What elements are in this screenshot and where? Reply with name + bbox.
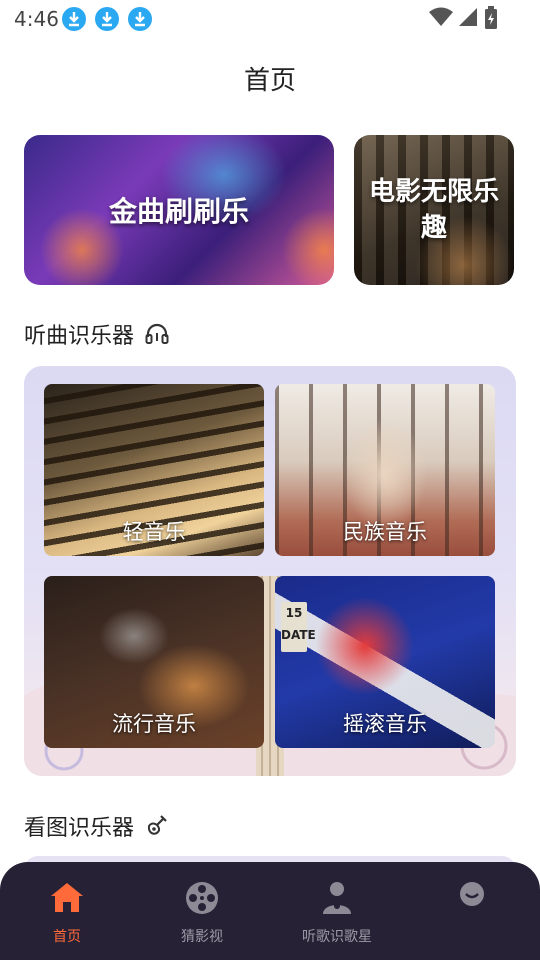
- nav-label: 听歌识歌星: [302, 929, 372, 945]
- card-label: 摇滚音乐: [343, 712, 427, 736]
- card-folk-music[interactable]: 民族音乐: [275, 384, 495, 556]
- film-reel-icon: [186, 882, 218, 914]
- bottom-nav: 首页 猜影视 听歌识歌星: [0, 862, 540, 960]
- battery-icon: [485, 6, 497, 29]
- instrument-category-panel: 轻音乐 民族音乐 流行音乐 15 DATE 摇滚音乐: [24, 366, 516, 776]
- nav-guess-film[interactable]: 猜影视: [142, 878, 262, 946]
- download-notification-icon: [62, 7, 86, 31]
- headphone-icon: [145, 323, 169, 344]
- signal-icon: [459, 8, 477, 26]
- section-header-listen: 听曲识乐器: [24, 318, 170, 350]
- status-time: 4:46: [14, 7, 59, 31]
- card-pop-music[interactable]: 流行音乐: [44, 576, 264, 748]
- nav-label: 猜影视: [181, 929, 223, 945]
- home-icon: [51, 883, 83, 912]
- nav-label: 首页: [53, 929, 81, 945]
- card-label: 流行音乐: [112, 712, 196, 736]
- golden-songs-banner[interactable]: 金曲刷刷乐: [24, 135, 334, 285]
- card-light-music[interactable]: 轻音乐: [44, 384, 264, 556]
- card-rock-music[interactable]: 15 DATE 摇滚音乐: [275, 576, 495, 748]
- download-notification-icon: [95, 7, 119, 31]
- date-badge: 15 DATE: [281, 602, 316, 652]
- download-notification-icon: [128, 7, 152, 31]
- nav-profile[interactable]: [412, 878, 532, 926]
- banner-label: 电影无限乐趣: [368, 177, 499, 243]
- page-title: 首页: [243, 66, 296, 96]
- profile-icon: [460, 882, 484, 906]
- card-label: 民族音乐: [343, 520, 427, 544]
- movie-fun-banner[interactable]: 电影无限乐趣: [354, 135, 514, 285]
- nav-home[interactable]: 首页: [7, 878, 127, 946]
- section-header-images: 看图识乐器: [24, 810, 170, 842]
- banner-label: 金曲刷刷乐: [108, 195, 249, 228]
- singer-icon: [323, 882, 351, 914]
- card-label: 轻音乐: [122, 520, 186, 544]
- section-title: 看图识乐器: [24, 816, 135, 841]
- guitar-icon: [147, 815, 167, 835]
- status-bar: 4:46: [0, 0, 540, 38]
- nav-singer-guess[interactable]: 听歌识歌星: [277, 878, 397, 946]
- section-title: 听曲识乐器: [24, 324, 135, 349]
- wifi-icon: [429, 7, 453, 26]
